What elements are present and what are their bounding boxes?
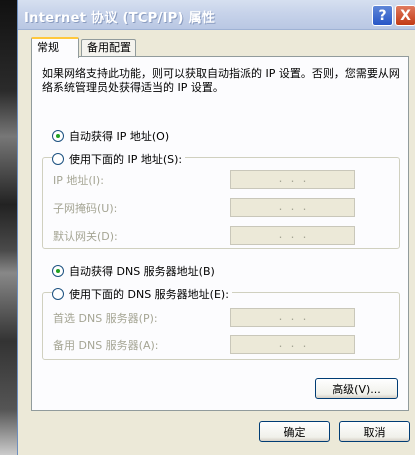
manual-ip-option[interactable]: 使用下面的 IP 地址(S): [52,151,186,167]
default-gateway-field[interactable]: . . . [230,226,355,245]
default-gateway-label: 默认网关(D): [53,230,118,243]
ip-address-row: IP 地址(I): [53,172,213,188]
tab-alternate-configuration[interactable]: 备用配置 [81,39,136,57]
auto-dns-option[interactable]: 自动获得 DNS 服务器地址(B) [52,263,215,279]
cancel-button[interactable]: 取消 [339,421,410,442]
manual-ip-group: IP 地址(I): . . . 子网掩码(U): . . . 默认网关(D): … [42,157,400,249]
manual-ip-label: 使用下面的 IP 地址(S): [69,153,183,166]
tab-general[interactable]: 常规 [31,37,79,58]
subnet-mask-field[interactable]: . . . [230,198,355,217]
preferred-dns-field[interactable]: . . . [230,308,355,327]
auto-ip-option[interactable]: 自动获得 IP 地址(O) [52,128,169,144]
close-icon: X [400,7,411,24]
manual-dns-label: 使用下面的 DNS 服务器地址(E): [69,288,229,301]
help-button[interactable]: ? [372,5,393,26]
general-tab-panel: 如果网络支持此功能，则可以获取自动指派的 IP 设置。否则，您需要从网络系统管理… [31,56,409,411]
manual-dns-group: 首选 DNS 服务器(P): . . . 备用 DNS 服务器(A): . . … [42,292,400,360]
manual-ip-radio[interactable] [52,153,64,165]
alternate-dns-field[interactable]: . . . [230,335,355,354]
preferred-dns-label: 首选 DNS 服务器(P): [53,312,158,325]
title-bar[interactable]: Internet 协议 (TCP/IP) 属性 ? X [18,0,415,30]
window-title: Internet 协议 (TCP/IP) 属性 [24,11,216,26]
close-button[interactable]: X [395,5,415,26]
ok-button[interactable]: 确定 [259,421,330,442]
ip-address-field[interactable]: . . . [230,170,355,189]
ip-address-label: IP 地址(I): [53,174,104,187]
alternate-dns-row: 备用 DNS 服务器(A): [53,337,213,353]
tcpip-properties-dialog: Internet 协议 (TCP/IP) 属性 ? X 常规 备用配置 如果网络… [17,0,415,455]
manual-dns-radio[interactable] [52,288,64,300]
manual-dns-option[interactable]: 使用下面的 DNS 服务器地址(E): [52,286,232,302]
auto-ip-radio[interactable] [52,130,64,142]
help-icon: ? [378,7,387,24]
description-text: 如果网络支持此功能，则可以获取自动指派的 IP 设置。否则，您需要从网络系统管理… [42,67,400,94]
preferred-dns-row: 首选 DNS 服务器(P): [53,310,213,326]
auto-dns-label: 自动获得 DNS 服务器地址(B) [69,265,215,278]
default-gateway-row: 默认网关(D): [53,228,213,244]
auto-dns-radio[interactable] [52,265,64,277]
alternate-dns-label: 备用 DNS 服务器(A): [53,339,159,352]
auto-ip-label: 自动获得 IP 地址(O) [69,130,170,143]
subnet-mask-row: 子网掩码(U): [53,200,213,216]
subnet-mask-label: 子网掩码(U): [53,202,118,215]
advanced-button[interactable]: 高级(V)... [315,378,398,399]
